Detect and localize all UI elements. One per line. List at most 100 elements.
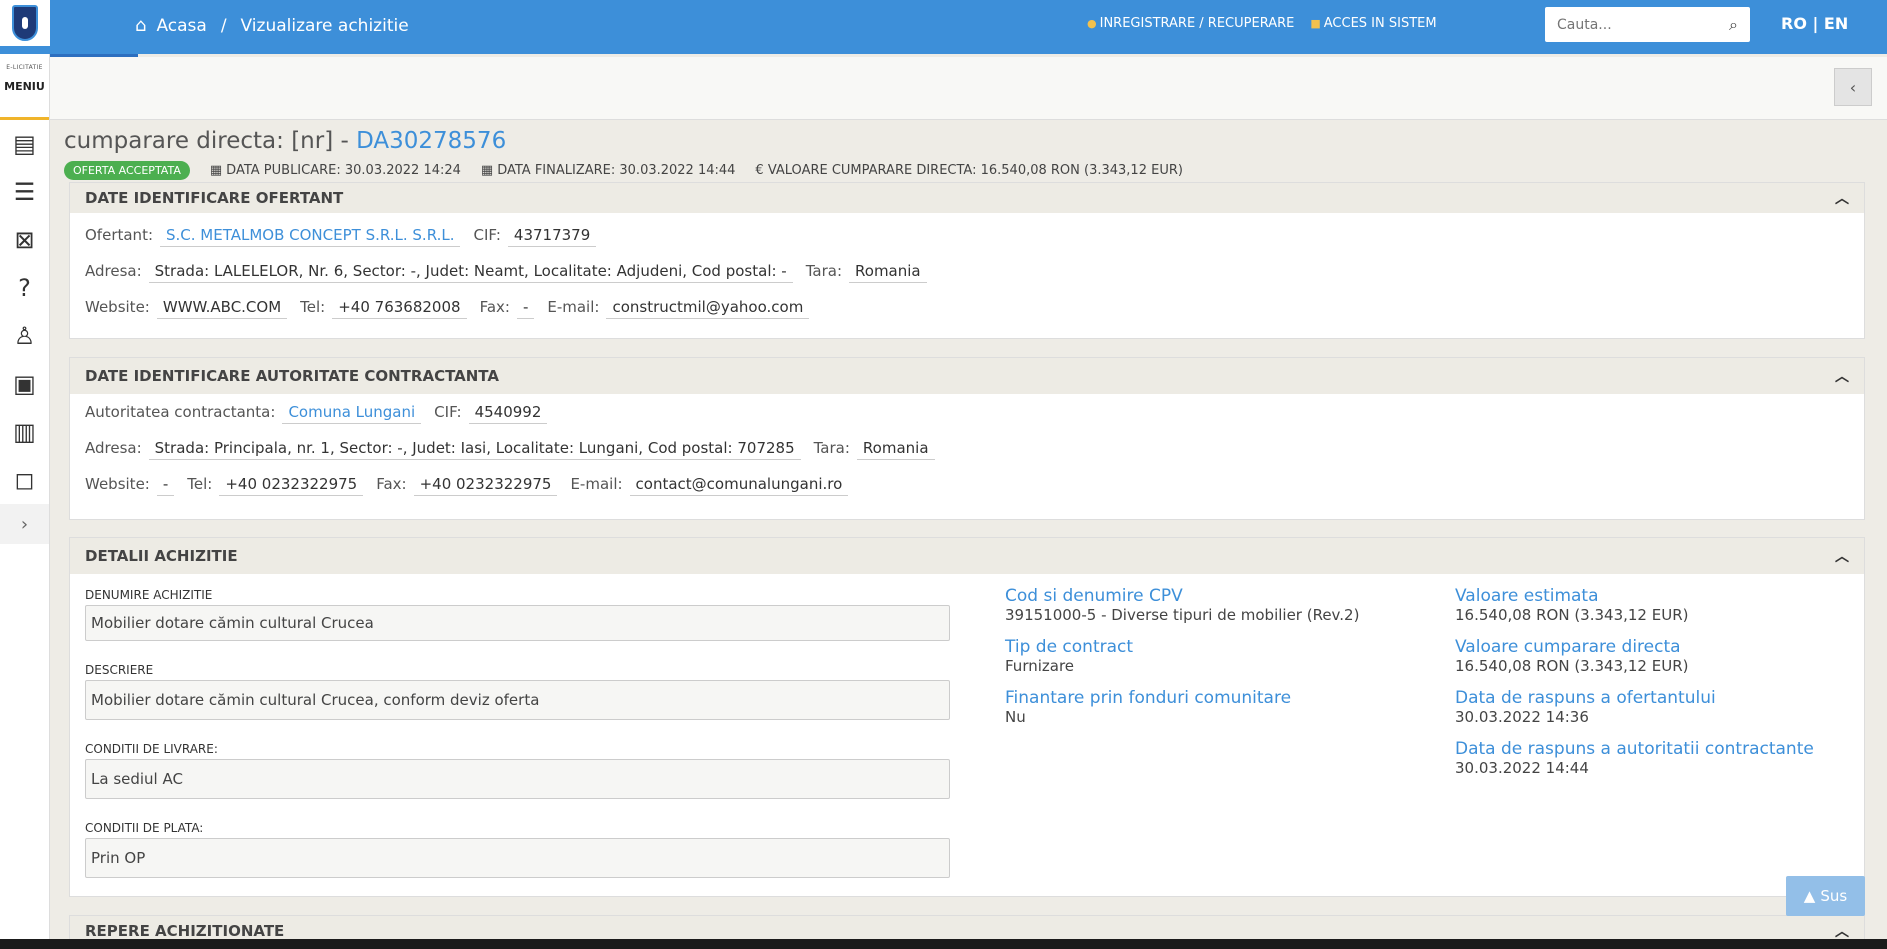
chat-icon[interactable]: ◻ [0,456,49,504]
meta-row: OFERTA ACCEPTATA ▦ DATA PUBLICARE: 30.03.… [64,161,1183,180]
contract-type-title: Tip de contract [1005,637,1134,657]
user-icon: ● [1087,17,1097,30]
email-value: contact@comunalungani.ro [629,473,849,496]
id-card-icon[interactable]: ▣ [0,360,49,408]
bidder-label: Ofertant: [85,226,153,244]
bidder-name-link[interactable]: S.C. METALMOB CONCEPT S.R.L. S.R.L. [160,224,461,247]
address-value: Strada: Principala, nr. 1, Sector: -, Ju… [148,437,801,460]
collapse-panel-button[interactable]: ‹ [1834,68,1872,106]
breadcrumb-home[interactable]: Acasa [156,16,206,36]
search-box: ⌕ [1545,7,1750,42]
details-middle-column: Cod si denumire CPV 39151000-5 - Diverse… [1005,586,1405,739]
address-value: Strada: LALELELOR, Nr. 6, Sector: -, Jud… [148,260,793,283]
status-badge: OFERTA ACCEPTATA [64,161,190,180]
authority-name-link[interactable]: Comuna Lungani [282,401,422,424]
details-panel-header[interactable]: DETALII ACHIZITIE ︿ [70,538,1864,574]
contract-type-value: Furnizare [1005,657,1075,675]
bidder-response-date-title: Data de raspuns a ofertantului [1455,688,1716,708]
purchase-value: 16.540,08 RON (3.343,12 EUR) [1455,657,1689,675]
address-label: Adresa: [85,439,142,457]
purchase-value-title: Valoare cumparare directa [1455,637,1681,657]
title-prefix: cumparare directa: [nr] - [64,128,357,154]
details-left-column: DENUMIRE ACHIZITIE Mobilier dotare cămin… [85,588,950,900]
lock-icon: ■ [1310,17,1321,30]
fax-label: Fax: [479,298,510,316]
search-icon[interactable]: ⌕ [1729,15,1738,35]
chevron-up-icon[interactable]: ︿ [1835,366,1849,386]
taskbar-strip [0,939,1887,949]
sidebar: E-LICITATIE MENIU ▤ ☰ ⊠ ? ♙ ▣ ▥ ◻ › [0,54,50,949]
calendar-icon: ▦ [480,163,494,178]
estimated-value: 16.540,08 RON (3.343,12 EUR) [1455,606,1689,624]
phone-value: +40 763682008 [332,296,467,319]
phone-label: Tel: [300,298,326,316]
menu-toggle[interactable]: E-LICITATIE MENIU [0,54,49,120]
bidder-row-3: Website: WWW.ABC.COM Tel: +40 763682008 … [70,289,1864,325]
description-label: DESCRIERE [85,663,154,677]
payment-label: CONDITII DE PLATA: [85,821,204,835]
calendar-icon: ▦ [209,163,223,178]
authority-row-1: Autoritatea contractanta: Comuna Lungani… [70,394,1864,430]
top-links: ● INREGISTRARE / RECUPERARE ■ ACCES IN SIS… [1087,16,1437,31]
country-value: Romania [856,437,935,460]
menu-label: MENIU [4,80,45,93]
search-input[interactable] [1557,16,1707,33]
estimated-value-title: Valoare estimata [1455,586,1599,606]
chevron-up-icon[interactable]: ︿ [1835,546,1849,566]
delivery-label: CONDITII DE LIVRARE: [85,742,218,756]
address-label: Adresa: [85,262,142,280]
cif-value: 4540992 [468,401,548,424]
chevron-up-icon[interactable]: ︿ [1835,188,1849,208]
eu-funding-title: Finantare prin fonduri comunitare [1005,688,1292,708]
items-panel-header[interactable]: REPERE ACHIZITIONATE ︿ [70,916,1864,939]
sidebar-expand-icon[interactable]: › [0,504,49,544]
document-icon[interactable]: ▤ [0,120,49,168]
language-switcher[interactable]: RO | EN [1781,14,1848,33]
page-title: cumparare directa: [nr] - DA30278576 [64,128,506,154]
bidder-panel: DATE IDENTIFICARE OFERTANT ︿ Ofertant: S… [69,182,1865,339]
cif-label: CIF: [434,403,462,421]
cpv-title: Cod si denumire CPV [1005,586,1183,606]
chevron-up-icon[interactable]: ︿ [1835,921,1849,939]
site-logo[interactable] [0,0,50,46]
authority-response-date: 30.03.2022 14:44 [1455,759,1589,777]
user-tree-icon[interactable]: ♙ [0,312,49,360]
authority-panel: DATE IDENTIFICARE AUTORITATE CONTRACTANT… [69,357,1865,520]
phone-value: +40 0232322975 [219,473,364,496]
authority-panel-header[interactable]: DATE IDENTIFICARE AUTORITATE CONTRACTANT… [70,358,1864,394]
register-link[interactable]: ● INREGISTRARE / RECUPERARE [1087,16,1294,31]
items-panel: REPERE ACHIZITIONATE ︿ [69,915,1865,939]
bag-icon[interactable]: ⊠ [0,216,49,264]
final-date: ▦ DATA FINALIZARE: 30.03.2022 14:44 [480,163,736,178]
description-field: Mobilier dotare cămin cultural Crucea, c… [85,680,950,720]
breadcrumb-current: Vizualizare achizitie [240,15,409,36]
country-value: Romania [849,260,927,283]
procurement-id: DA30278576 [356,128,507,154]
authority-row-2: Adresa: Strada: Principala, nr. 1, Secto… [70,430,1864,466]
help-icon[interactable]: ? [0,264,49,312]
country-label: Tara: [813,439,850,457]
fax-value: - [516,296,535,319]
back-to-top-button[interactable]: ▲ Sus [1786,876,1865,916]
top-bar: ⌂ Acasa / Vizualizare achizitie ● INREGIS… [0,0,1887,54]
authority-row-3: Website: - Tel: +40 0232322975 Fax: +40 … [70,466,1864,502]
cif-label: CIF: [473,226,501,244]
breadcrumb: ⌂ Acasa / Vizualizare achizitie [135,15,409,36]
login-link[interactable]: ■ ACCES IN SISTEM [1310,16,1436,31]
bidder-row-1: Ofertant: S.C. METALMOB CONCEPT S.R.L. S… [70,217,1864,253]
bidder-response-date: 30.03.2022 14:36 [1455,708,1589,726]
phone-label: Tel: [187,475,213,493]
email-label: E-mail: [547,298,600,316]
secondary-bar [50,57,1887,120]
website-value: - [156,473,175,496]
details-right-column: Valoare estimata 16.540,08 RON (3.343,12… [1455,586,1855,790]
name-label: DENUMIRE ACHIZITIE [85,588,213,602]
chevron-up-icon: ▲ [1803,887,1816,905]
bidder-panel-header[interactable]: DATE IDENTIFICARE OFERTANT ︿ [70,183,1864,213]
website-label: Website: [85,475,150,493]
payment-field: Prin OP [85,838,950,878]
list-icon[interactable]: ☰ [0,168,49,216]
bidder-row-2: Adresa: Strada: LALELELOR, Nr. 6, Sector… [70,253,1864,289]
authority-label: Autoritatea contractanta: [85,403,276,421]
catalog-icon[interactable]: ▥ [0,408,49,456]
